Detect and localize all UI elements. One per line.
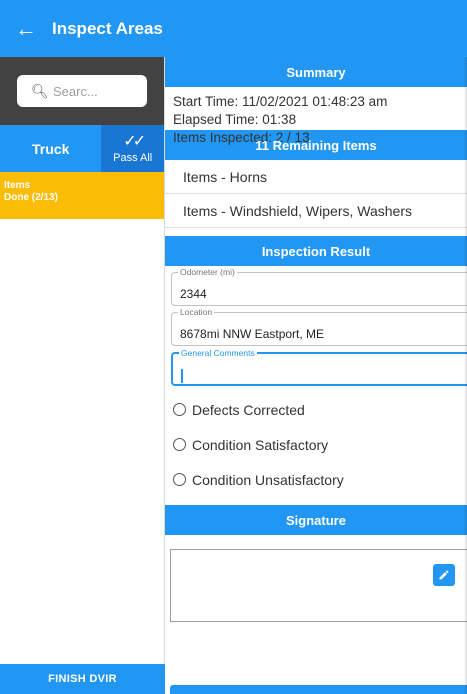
double-check-icon: ✓✓ [123, 132, 146, 150]
result-fields: Odometer (mi) 2344 Location 8678mi NNW E… [165, 266, 467, 386]
search-area: 🔍︎ Searc... [0, 57, 164, 125]
finish-dvir-button[interactable]: FINISH DVIR [0, 664, 165, 694]
inspection-result-heading: Inspection Result [165, 236, 467, 266]
elapsed-time: Elapsed Time: 01:38 [173, 112, 297, 127]
main-panel: Summary Start Time: 11/02/2021 01:48:23 … [165, 57, 467, 694]
radio-condition-unsatisfactory[interactable]: Condition Unsatisfactory [165, 462, 467, 497]
bottom-button-strip[interactable] [170, 685, 467, 694]
top-app-bar: ← Inspect Areas [0, 0, 467, 57]
pass-all-button[interactable]: ✓✓ Pass All [101, 125, 164, 172]
text-caret [181, 368, 183, 383]
location-value: 8678mi NNW Eastport, ME [180, 327, 325, 341]
odometer-value: 2344 [180, 287, 207, 301]
signature-heading: Signature [165, 505, 467, 535]
radio-condition-satisfactory[interactable]: Condition Satisfactory [165, 427, 467, 462]
radio-label: Condition Satisfactory [192, 436, 329, 453]
radio-defects-corrected[interactable]: Defects Corrected [165, 392, 467, 427]
category-title: Items [4, 180, 31, 191]
edit-pencil-icon[interactable] [433, 564, 455, 586]
search-input[interactable]: 🔍︎ Searc... [17, 75, 147, 107]
search-icon: 🔍︎ [31, 82, 49, 99]
location-field[interactable]: Location 8678mi NNW Eastport, ME [171, 307, 467, 346]
comments-label: General Comments [179, 348, 257, 358]
search-placeholder: Searc... [53, 83, 98, 99]
sidebar: 🔍︎ Searc... Truck ✓✓ Pass All Items Done… [0, 57, 165, 694]
general-comments-field[interactable]: General Comments [171, 348, 467, 386]
back-arrow-icon[interactable]: ← [0, 0, 52, 57]
remaining-item-horns[interactable]: Items - Horns [165, 160, 467, 194]
tab-truck[interactable]: Truck [0, 125, 102, 172]
summary-heading: Summary [165, 57, 467, 87]
signature-box[interactable] [170, 549, 467, 622]
radio-icon [173, 438, 186, 451]
radio-icon [173, 473, 186, 486]
odometer-label: Odometer (mi) [178, 267, 237, 277]
tab-row: Truck ✓✓ Pass All [0, 125, 164, 172]
category-items[interactable]: Items Done (2/13) [0, 172, 164, 219]
pass-all-label: Pass All [113, 151, 153, 164]
odometer-field[interactable]: Odometer (mi) 2344 [171, 267, 467, 306]
radio-label: Condition Unsatisfactory [192, 471, 344, 488]
remaining-item-windshield[interactable]: Items - Windshield, Wipers, Washers [165, 194, 467, 228]
category-status: Done (2/13) [4, 192, 58, 203]
radio-icon [173, 403, 186, 416]
location-label: Location [178, 307, 215, 317]
page-title: Inspect Areas [52, 18, 163, 38]
app-window: ← Inspect Areas 🔍︎ Searc... Truck ✓✓ Pas… [0, 0, 467, 694]
start-time: Start Time: 11/02/2021 01:48:23 am [173, 94, 388, 109]
radio-label: Defects Corrected [192, 401, 305, 418]
